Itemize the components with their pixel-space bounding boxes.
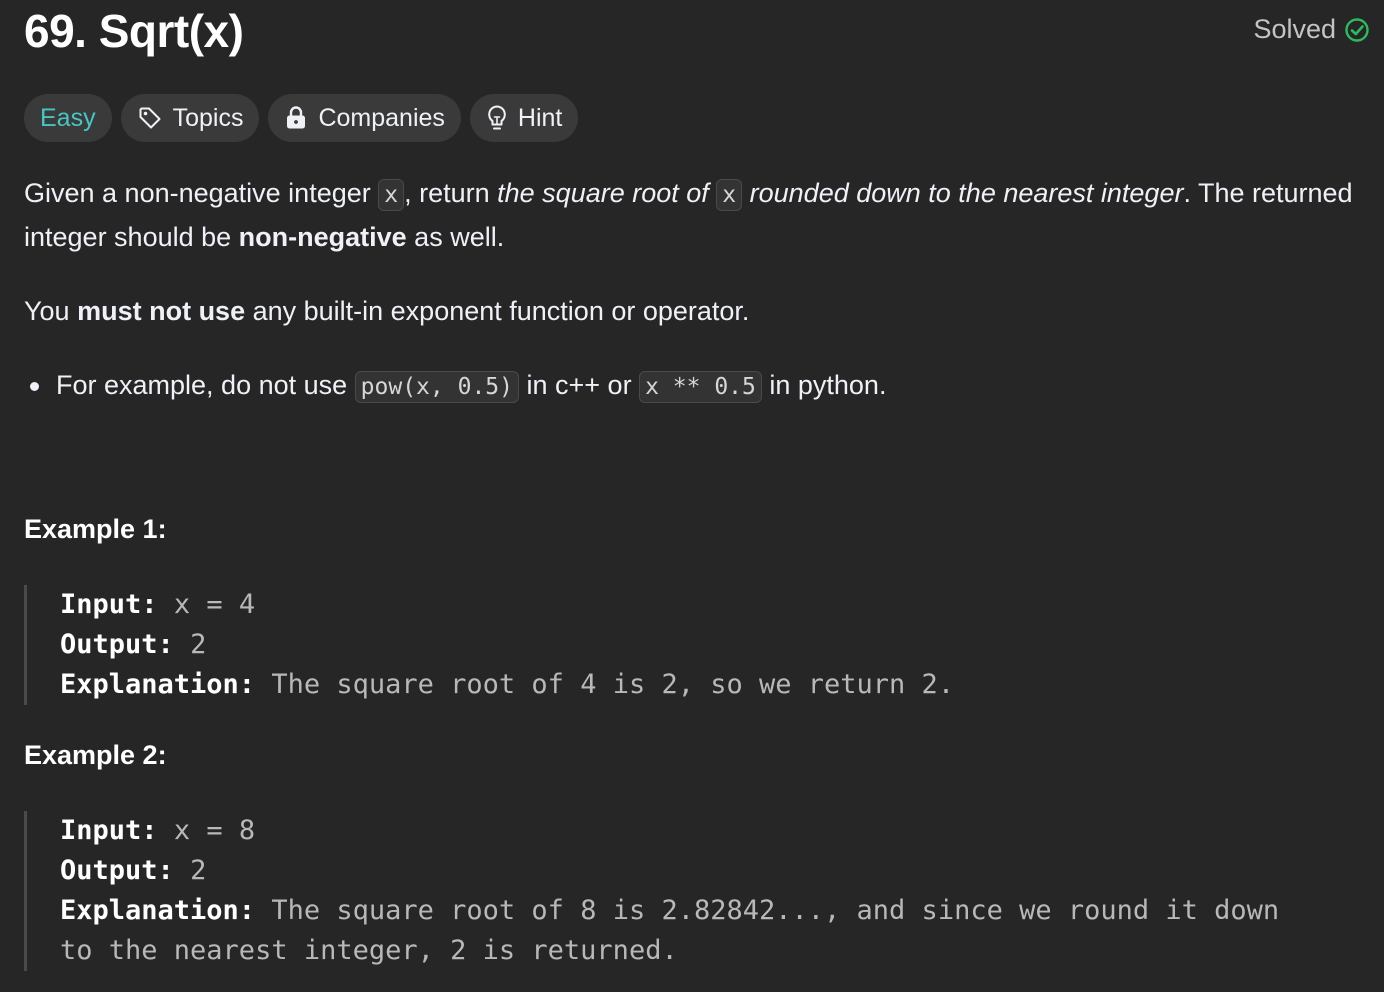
- inline-code: pow(x, 0.5): [354, 371, 519, 403]
- input-value: x = 8: [173, 815, 256, 846]
- companies-button[interactable]: Companies: [268, 94, 461, 142]
- inline-code: x ** 0.5: [639, 371, 762, 403]
- check-circle-icon: [1344, 17, 1370, 43]
- hint-label: Hint: [517, 103, 563, 132]
- output-value: 2: [190, 855, 207, 886]
- example-2-title: Example 2:: [24, 740, 167, 770]
- problem-description: Given a non-negative integer x, return t…: [24, 172, 1364, 408]
- output-value: 2: [190, 629, 207, 660]
- example-input-line: Input: x = 8: [60, 811, 1314, 851]
- example-explanation-line: Explanation: The square root of 4 is 2, …: [60, 665, 1314, 705]
- example-2-block: Input: x = 8 Output: 2 Explanation: The sq…: [24, 811, 1314, 971]
- example-input-line: Input: x = 4: [60, 585, 1314, 625]
- emphasis-text: rounded down to the nearest integer: [742, 178, 1184, 208]
- hint-button[interactable]: Hint: [469, 94, 579, 142]
- example-output-line: Output: 2: [60, 851, 1314, 891]
- description-paragraph: Given a non-negative integer x, return t…: [24, 172, 1364, 258]
- output-label: Output:: [60, 629, 174, 660]
- example-1-title: Example 1:: [24, 514, 167, 544]
- companies-label: Companies: [318, 103, 445, 132]
- text: in c++ or: [519, 370, 640, 400]
- inline-code: x: [378, 179, 405, 211]
- emphasis-text: the square root of: [497, 178, 717, 208]
- lightbulb-icon: [486, 104, 508, 132]
- strong-text: non-negative: [238, 222, 407, 252]
- bullet-list: For example, do not use pow(x, 0.5) in c…: [24, 364, 1364, 408]
- input-value: x = 4: [173, 589, 256, 620]
- example-explanation-line: Explanation: The square root of 8 is 2.8…: [60, 891, 1314, 971]
- tag-icon: [137, 105, 163, 131]
- topics-label: Topics: [172, 103, 244, 132]
- difficulty-badge[interactable]: Easy: [24, 94, 112, 142]
- problem-description-panel: 69. Sqrt(x) Solved Easy Topics Companies…: [0, 0, 1384, 992]
- lock-icon: [284, 105, 308, 131]
- output-label: Output:: [60, 855, 174, 886]
- explanation-label: Explanation:: [60, 895, 256, 926]
- text: any built-in exponent function or operat…: [245, 296, 750, 326]
- text: as well.: [406, 222, 505, 252]
- text: You: [24, 296, 78, 326]
- text: For example, do not use: [56, 370, 355, 400]
- explanation-value: The square root of 4 is 2, so we return …: [271, 669, 955, 700]
- explanation-label: Explanation:: [60, 669, 256, 700]
- list-item: For example, do not use pow(x, 0.5) in c…: [24, 364, 1364, 408]
- example-1-block: Input: x = 4 Output: 2 Explanation: The sq…: [24, 585, 1314, 705]
- solved-label: Solved: [1253, 14, 1336, 44]
- text: Given a non-negative integer: [24, 178, 379, 208]
- text: in python.: [761, 370, 887, 400]
- problem-title: 69. Sqrt(x): [24, 5, 244, 57]
- input-label: Input:: [60, 815, 158, 846]
- strong-text: must not use: [77, 296, 246, 326]
- solved-status: Solved: [1253, 14, 1370, 45]
- text: , return: [404, 178, 498, 208]
- constraint-paragraph: You must not use any built-in exponent f…: [24, 290, 1364, 332]
- difficulty-label: Easy: [40, 103, 96, 132]
- topics-button[interactable]: Topics: [120, 94, 260, 142]
- inline-code: x: [716, 179, 743, 211]
- tag-bar: Easy Topics Companies Hint: [24, 94, 579, 142]
- input-label: Input:: [60, 589, 158, 620]
- example-output-line: Output: 2: [60, 625, 1314, 665]
